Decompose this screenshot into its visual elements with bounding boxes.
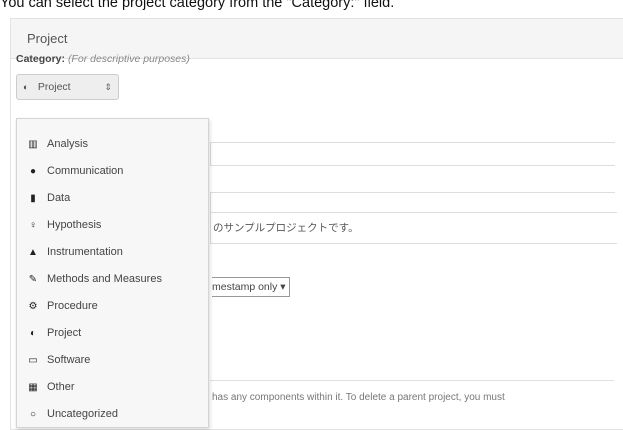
- category-label-text: Category:: [16, 53, 66, 65]
- dropdown-item-software[interactable]: ▭ Software: [17, 347, 208, 374]
- dropdown-item-communication[interactable]: ● Communication: [17, 158, 208, 185]
- dropdown-item-methods[interactable]: ✎ Methods and Measures: [17, 266, 208, 293]
- project-icon: ◐: [23, 82, 29, 92]
- dropdown-item-other[interactable]: ▦ Other: [17, 374, 208, 401]
- description-field[interactable]: のサンプルプロジェクトです。: [210, 212, 617, 244]
- dropdown-item-uncategorized[interactable]: ○ Uncategorized: [17, 401, 208, 428]
- dropdown-item-instrumentation[interactable]: ▲ Instrumentation: [17, 239, 208, 266]
- caption-text: You can select the project category from…: [0, 0, 395, 11]
- circle-icon: ○: [29, 409, 37, 420]
- category-select[interactable]: ◐ Project ⇕: [16, 74, 119, 100]
- dropdown-item-data[interactable]: ▮ Data: [17, 185, 208, 212]
- flask-icon: ▲: [28, 247, 38, 258]
- delete-warning-text: has any components within it. To delete …: [212, 392, 505, 403]
- wiki-select-value: mestamp only: [212, 281, 278, 293]
- divider: [210, 380, 614, 381]
- category-dropdown-menu: ▥ Analysis ● Communication ▮ Data ♀ Hypothes…: [16, 118, 209, 428]
- grid-icon: ▦: [28, 382, 38, 393]
- lightbulb-icon: ♀: [29, 220, 37, 231]
- dropdown-item-project[interactable]: ◐ Project: [17, 320, 208, 347]
- category-label: Category: (For descriptive purposes): [16, 53, 190, 65]
- dropdown-item-hypothesis[interactable]: ♀ Hypothesis: [17, 212, 208, 239]
- category-hint: (For descriptive purposes): [67, 53, 190, 65]
- laptop-icon: ▭: [28, 355, 38, 366]
- database-icon: ▮: [30, 193, 36, 204]
- pencil-icon: ✎: [28, 274, 38, 285]
- wiki-timestamp-select[interactable]: mestamp only ▾: [212, 277, 290, 297]
- chevron-down-icon: ▾: [280, 281, 286, 293]
- dropdown-item-analysis[interactable]: ▥ Analysis: [17, 131, 208, 158]
- category-select-value: Project: [37, 81, 71, 93]
- sort-icon: ⇕: [104, 82, 112, 92]
- comment-icon: ●: [29, 166, 37, 177]
- project-icon: ◐: [29, 328, 37, 339]
- bar-chart-icon: ▥: [28, 139, 38, 150]
- dropdown-item-procedure[interactable]: ⚙ Procedure: [17, 293, 208, 320]
- cogs-icon: ⚙: [28, 301, 38, 312]
- title-field[interactable]: [210, 142, 615, 166]
